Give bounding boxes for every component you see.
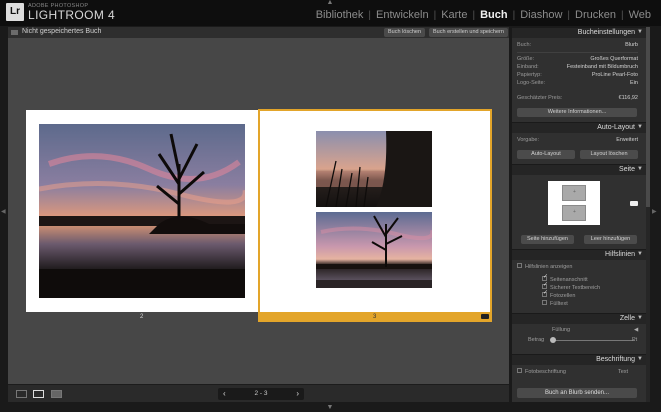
cell-fill-label: Füllung <box>552 327 571 333</box>
guide-safe-text-checkbox[interactable]: Sicherer Textbereich <box>542 282 600 292</box>
reeds-sunset-image <box>316 131 432 207</box>
module-web[interactable]: Web <box>624 9 656 21</box>
template-cell-bottom <box>562 205 586 221</box>
photo-reeds-sunset[interactable] <box>316 131 432 207</box>
book-vendor-row[interactable]: Buch: Blurb <box>517 42 638 49</box>
right-panel-group: Bucheinstellungen ▼ Buch: Blurb Größe: G… <box>512 27 646 402</box>
identity-plate: ▲ Lr ADOBE PHOTOSHOP LIGHTROOM 4 Bibliot… <box>0 0 661 26</box>
right-panel-scrollbar[interactable] <box>646 27 650 402</box>
cell-amount-unit: Pt <box>632 337 638 343</box>
book-icon <box>11 30 18 35</box>
collapse-left-arrow-icon[interactable]: ◀ <box>1 208 6 215</box>
book-page-right-selected[interactable] <box>258 109 492 321</box>
clear-book-button[interactable]: Buch löschen <box>384 28 426 37</box>
photo-caption-checkbox[interactable]: Fotobeschriftung <box>517 368 566 376</box>
book-header-bar: Nicht gespeichertes Buch Buch löschen Bu… <box>8 27 509 38</box>
panel-header-page[interactable]: Seite ▼ <box>512 164 646 175</box>
cell-amount-slider-track[interactable] <box>555 340 635 341</box>
page-template-thumbnail[interactable] <box>548 181 600 225</box>
clear-layout-button[interactable]: Layout löschen <box>580 150 638 159</box>
module-picker: Bibliothek | Entwickeln | Karte | Buch | Dia… <box>311 9 656 21</box>
collapse-right-arrow-icon[interactable]: ▶ <box>652 208 657 215</box>
cell-fill-arrow-icon[interactable]: ◀ <box>634 327 638 334</box>
book-title: Nicht gespeichertes Buch <box>22 28 102 35</box>
panel-header-book-settings[interactable]: Bucheinstellungen ▼ <box>512 27 646 38</box>
collapse-triangle-icon[interactable]: ▼ <box>637 315 643 321</box>
panel-header-cell[interactable]: Zelle ▼ <box>512 313 646 324</box>
add-blank-page-button[interactable]: Leer hinzufügen <box>584 235 637 244</box>
more-info-button[interactable]: Weitere Informationen... <box>517 108 637 117</box>
collapse-triangle-icon[interactable]: ▼ <box>637 251 643 257</box>
book-canvas: Nicht gespeichertes Buch Buch löschen Bu… <box>8 27 509 402</box>
send-to-blurb-button[interactable]: Buch an Blurb senden... <box>517 388 637 398</box>
spread-view-icon[interactable] <box>33 390 44 398</box>
auto-layout-preset-row[interactable]: Vorgabe: Erweitert <box>517 137 638 144</box>
panel-header-caption[interactable]: Beschriftung ▼ <box>512 354 646 365</box>
photo-caption-select[interactable]: Text <box>618 369 628 376</box>
sunset-tree-image <box>39 124 245 298</box>
estimated-price-value: €116,92 <box>618 95 638 101</box>
show-guides-checkbox[interactable]: Hilfslinien anzeigen <box>517 263 572 271</box>
page-range-label: 2 - 3 <box>254 390 268 397</box>
estimated-price-row: Geschätzter Preis: €116,92 <box>517 95 638 101</box>
collapse-triangle-icon[interactable]: ▼ <box>637 356 643 362</box>
auto-layout-preset-select[interactable]: Erweitert <box>616 137 638 144</box>
page-right-footer[interactable]: 3 <box>258 312 492 322</box>
collapse-top-arrow-icon[interactable]: ▲ <box>324 0 336 6</box>
module-print[interactable]: Drucken <box>570 9 621 21</box>
setting-paper-row[interactable]: Papiertyp: ProLine Pearl-Foto <box>517 72 638 79</box>
next-page-icon[interactable]: › <box>296 389 299 398</box>
photo-sunset-tree[interactable] <box>39 124 245 298</box>
page-number-left: 2 <box>140 314 144 320</box>
setting-cover-row[interactable]: Einband: Festeinband mit Bildumbruch <box>517 64 638 71</box>
auto-layout-button[interactable]: Auto-Layout <box>517 150 575 159</box>
setting-logo-page-row[interactable]: Logo-Seite: Ein <box>517 80 638 87</box>
create-book-button[interactable]: Buch erstellen und speichern <box>429 28 508 37</box>
cell-amount-slider-knob[interactable] <box>550 337 556 343</box>
module-map[interactable]: Karte <box>436 9 472 21</box>
panel-header-guides[interactable]: Hilfslinien ▼ <box>512 249 646 260</box>
collapse-triangle-icon[interactable]: ▼ <box>637 29 643 35</box>
guide-bleed-checkbox[interactable]: Seitenanschnitt <box>542 274 588 284</box>
template-picker-dropdown-icon[interactable] <box>630 201 638 206</box>
single-page-view-icon[interactable] <box>51 390 62 398</box>
page-menu-icon[interactable] <box>481 314 489 319</box>
module-library[interactable]: Bibliothek <box>311 9 369 21</box>
collapse-triangle-icon[interactable]: ▼ <box>637 166 643 172</box>
tree-lake-image <box>316 212 432 288</box>
bottom-toolbar: ‹ 2 - 3 › <box>8 384 509 402</box>
template-cell-top <box>562 185 586 201</box>
photo-tree-lake[interactable] <box>316 212 432 288</box>
setting-size-row[interactable]: Größe: Großes Querformat <box>517 56 638 63</box>
lightroom-logo: Lr <box>6 3 24 21</box>
book-page-left[interactable] <box>26 110 258 312</box>
page-navigator: ‹ 2 - 3 › <box>218 388 304 400</box>
module-book[interactable]: Buch <box>475 9 513 21</box>
guide-photo-cells-checkbox[interactable]: Fotozellen <box>542 290 575 300</box>
brand-name: LIGHTROOM 4 <box>28 8 116 22</box>
page-number-right: 3 <box>373 314 377 320</box>
module-slideshow[interactable]: Diashow <box>515 9 567 21</box>
module-develop[interactable]: Entwickeln <box>371 9 434 21</box>
guide-filler-text-checkbox[interactable]: Fülltext <box>542 300 568 308</box>
panel-header-auto-layout[interactable]: Auto-Layout ▼ <box>512 122 646 133</box>
cell-amount-label: Betrag <box>528 337 545 343</box>
scrollbar-thumb[interactable] <box>646 27 650 207</box>
multi-page-view-icon[interactable] <box>16 390 27 398</box>
add-page-button[interactable]: Seite hinzufügen <box>521 235 574 244</box>
collapse-bottom-arrow-icon[interactable]: ▼ <box>324 404 336 411</box>
collapse-triangle-icon[interactable]: ▼ <box>637 124 643 130</box>
book-vendor-select[interactable]: Blurb <box>625 42 638 49</box>
